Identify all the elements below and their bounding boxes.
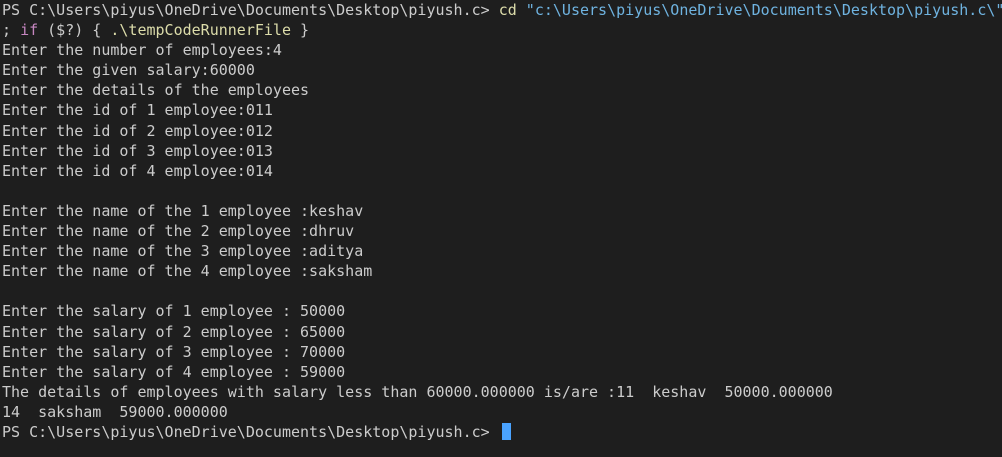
command-separator: ;: [2, 21, 21, 40]
output-line: Enter the given salary:60000: [2, 61, 255, 80]
prompt-line[interactable]: PS C:\Users\piyus\OneDrive\Documents\Des…: [2, 422, 1002, 442]
output-line: Enter the number of employees:4: [2, 41, 282, 60]
output-line: Enter the name of the 4 employee :saksha…: [2, 262, 373, 281]
prompt-text: PS C:\Users\piyus\OneDrive\Documents\Des…: [2, 1, 499, 19]
command-condition: ($?) {: [38, 21, 111, 40]
text-cursor: [501, 422, 511, 440]
command-cd: cd: [498, 1, 517, 19]
command-line-1: PS C:\Users\piyus\OneDrive\Documents\Des…: [2, 0, 1002, 20]
output-line: Enter the name of the 2 employee :dhruv: [2, 222, 355, 241]
output-line: Enter the name of the 3 employee :aditya: [2, 242, 364, 261]
output-line: 14 saksham 59000.000000: [2, 402, 228, 421]
output-line: Enter the salary of 4 employee : 59000: [2, 362, 346, 381]
output-line: Enter the id of 3 employee:013: [2, 141, 273, 160]
command-path: "c:\Users\piyus\OneDrive\Documents\Deskt…: [525, 1, 1002, 19]
output-line: Enter the salary of 1 employee : 50000: [2, 302, 346, 321]
output-line: Enter the name of the 1 employee :keshav: [2, 201, 364, 220]
output-line: Enter the salary of 2 employee : 65000: [2, 322, 346, 341]
terminal-panel[interactable]: PS C:\Users\piyus\OneDrive\Documents\Des…: [0, 0, 1002, 457]
output-line: Enter the id of 4 employee:014: [2, 161, 273, 180]
output-line: Enter the details of the employees: [2, 81, 310, 100]
output-line: Enter the id of 1 employee:011: [2, 101, 273, 120]
command-line-2: ; if ($?) { .\tempCodeRunnerFile }: [2, 20, 1002, 40]
command-exec: .\tempCodeRunnerFile: [110, 21, 291, 40]
command-close: }: [291, 21, 310, 40]
output-line: The details of employees with salary les…: [2, 382, 833, 401]
prompt-text: PS C:\Users\piyus\OneDrive\Documents\Des…: [2, 422, 499, 441]
output-line: Enter the id of 2 employee:012: [2, 121, 273, 140]
output-line: Enter the salary of 3 employee : 70000: [2, 342, 346, 361]
command-if: if: [20, 21, 39, 40]
